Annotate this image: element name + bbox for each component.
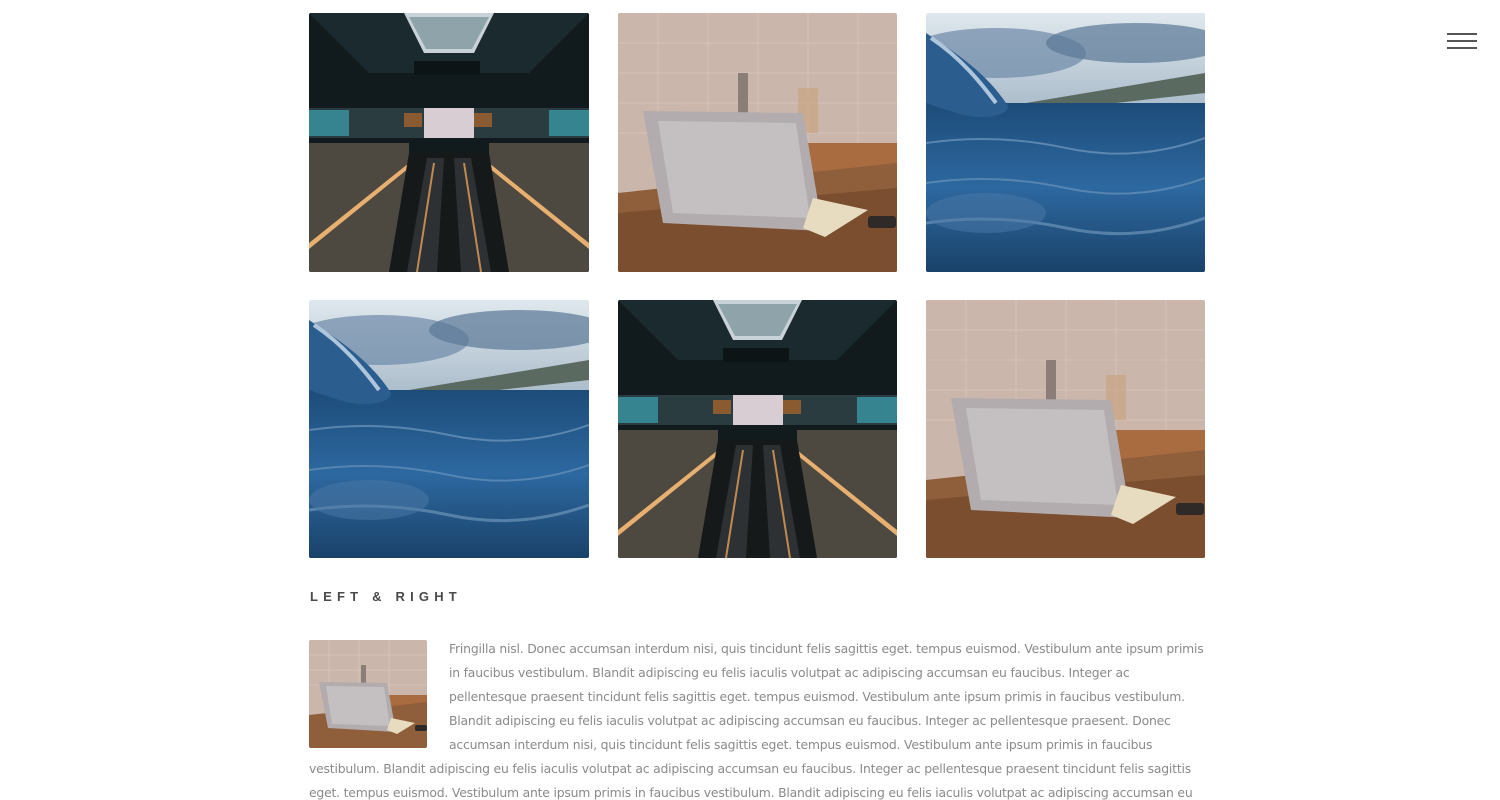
gallery-item-escalator[interactable] [309, 13, 589, 272]
menu-bar [1447, 33, 1477, 35]
laptop-image [618, 13, 897, 272]
laptop-image [309, 640, 427, 748]
escalator-image [309, 13, 589, 272]
article-paragraph: Fringilla nisl. Donec accumsan interdum … [309, 641, 1204, 800]
article-thumbnail[interactable] [309, 640, 427, 748]
escalator-image [618, 300, 897, 558]
gallery-item-laptop[interactable] [618, 13, 897, 272]
section-heading: LEFT & RIGHT [310, 589, 462, 604]
wave-image [926, 13, 1205, 272]
hamburger-menu-icon[interactable] [1447, 33, 1477, 51]
menu-bar [1447, 40, 1477, 42]
laptop-image [926, 300, 1205, 558]
wave-image [309, 300, 589, 558]
gallery-item-wave[interactable] [309, 300, 589, 558]
article-body: Fringilla nisl. Donec accumsan interdum … [309, 637, 1205, 800]
menu-bar [1447, 47, 1477, 49]
page: LEFT & RIGHT Fringilla nisl. Donec accum… [0, 0, 1500, 800]
gallery-item-laptop[interactable] [926, 300, 1205, 558]
gallery-item-escalator[interactable] [618, 300, 897, 558]
gallery-item-wave[interactable] [926, 13, 1205, 272]
